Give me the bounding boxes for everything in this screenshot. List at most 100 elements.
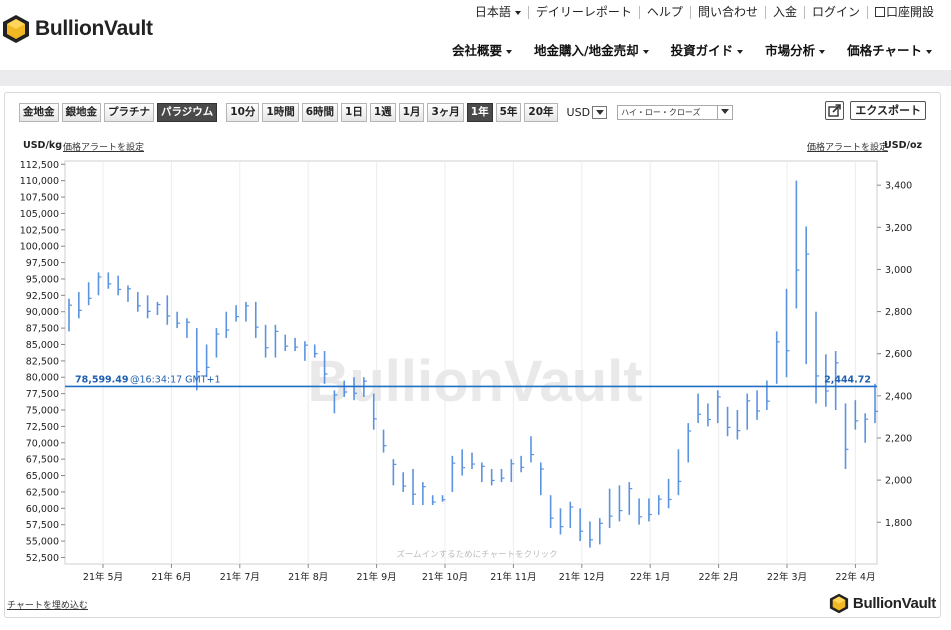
nav-about[interactable]: 会社概要 [441,34,523,73]
metal-palladium-button[interactable]: パラジウム [157,103,218,122]
y-left-tick-label: 107,500 [20,193,59,204]
export-button[interactable]: エクスポート [850,101,926,120]
deposit-link[interactable]: 入金 [764,6,804,19]
y-left-tick-label: 90,000 [26,307,59,318]
main-nav: 会社概要 地金購入/地金売却 投資ガイド 市場分析 価格チャート [441,34,943,73]
y-left-tick-label: 65,000 [26,471,59,482]
x-tick-label: 21年 6月 [151,571,191,583]
left-axis: 52,500 55,000 57,500 60,000 62,500 65,000 67,5… [20,160,65,564]
y-left-tick-label: 87,500 [26,324,59,335]
y-right-tick-label: 2,800 [885,307,912,318]
y-right-tick-label: 1,800 [885,518,912,529]
x-tick-label: 21年 11月 [490,571,536,583]
y-left-tick-label: 60,000 [26,504,59,515]
nav-analysis-label: 市場分析 [765,43,816,58]
current-price-oz: 2,444.72 [824,374,871,385]
language-label: 日本語 [474,5,511,19]
range-6hour-button[interactable]: 6時間 [301,103,339,122]
range-10min-button[interactable]: 10分 [226,103,260,122]
nav-buy-sell-label: 地金購入/地金売却 [534,43,639,58]
y-right-tick-label: 2,400 [885,391,912,402]
y-left-tick-label: 95,000 [26,274,59,285]
header-divider [0,70,951,86]
y-right-tick-label: 3,400 [885,181,912,192]
gold-bar-logo-icon [3,15,29,43]
y-left-tick-label: 77,500 [26,389,59,400]
y-right-tick-label: 2,200 [885,433,912,444]
y-left-tick-label: 55,000 [26,537,59,548]
chevron-down-icon [514,10,521,15]
y-left-tick-label: 70,000 [26,438,59,449]
y-right-tick-label: 2,000 [885,476,912,487]
y-right-tick-label: 3,200 [885,223,912,234]
y-left-tick-label: 62,500 [26,487,59,498]
y-right-tick-label: 3,000 [885,265,912,276]
range-5year-button[interactable]: 5年 [495,103,522,122]
chart-tools: エクスポート [825,101,926,120]
y-left-tick-label: 85,000 [26,340,59,351]
site-header: BullionVault 日本語 デイリーレポート ヘルプ 問い合わせ 入金 ロ… [0,0,951,73]
y-left-tick-label: 102,500 [20,225,59,236]
range-1week-button[interactable]: 1週 [369,103,396,122]
nav-price-chart[interactable]: 価格チャート [836,34,943,73]
language-selector[interactable]: 日本語 [468,6,528,19]
range-1year-button[interactable]: 1年 [466,103,493,122]
external-link-glyph [828,104,842,117]
price-chart[interactable]: BullionVault 52,500 55,000 57,500 60,000 62,… [5,153,940,583]
nav-analysis[interactable]: 市場分析 [754,34,836,73]
bullionvault-logo[interactable]: BullionVault [2,14,153,44]
range-1hour-button[interactable]: 1時間 [262,103,299,122]
range-3month-button[interactable]: 3ヶ月 [427,103,464,122]
y-right-tick-label: 2,600 [885,349,912,360]
gold-bar-logo-icon [829,593,849,614]
x-tick-label: 21年 9月 [357,571,397,583]
chevron-down-icon [592,106,608,119]
help-link[interactable]: ヘルプ [638,6,690,19]
y-left-tick-label: 67,500 [26,455,59,466]
checkbox-icon [874,7,885,17]
contact-link[interactable]: 問い合わせ [689,6,765,19]
x-axis: 21年 5月 21年 6月 21年 7月 21年 8月 21年 9月 21年 10月 21年… [83,564,875,583]
chevron-down-icon [737,49,744,54]
nav-guide-label: 投資ガイド [670,43,734,58]
x-tick-label: 22年 2月 [699,571,739,583]
y-left-tick-label: 57,500 [26,520,59,531]
y-left-tick-label: 97,500 [26,258,59,269]
y-left-tick-label: 80,000 [26,373,59,384]
currency-value: USD [566,106,591,119]
range-20year-button[interactable]: 20年 [524,103,558,122]
x-tick-label: 21年 8月 [288,571,328,583]
x-tick-label: 21年 5月 [83,571,123,583]
chart-toolbar: 金地金 銀地金 プラチナ パラジウム 10分 1時間 6時間 1日 1週 1月 … [19,103,734,122]
top-links: 日本語 デイリーレポート ヘルプ 問い合わせ 入金 ログイン 口座開設 [468,6,941,19]
range-1day-button[interactable]: 1日 [341,103,367,122]
nav-guide[interactable]: 投資ガイド [660,34,755,73]
open-account-link[interactable]: 口座開設 [866,6,941,19]
metal-gold-button[interactable]: 金地金 [19,103,59,122]
daily-report-link[interactable]: デイリーレポート [527,6,639,19]
x-tick-label: 22年 4月 [835,571,875,583]
y-left-tick-label: 110,000 [20,176,59,187]
y-left-tick-label: 92,500 [26,291,59,302]
y-left-tick-label: 82,500 [26,356,59,367]
chart-style-select[interactable]: ハイ・ロー・クローズ [617,105,734,120]
embed-chart-link[interactable]: チャートを埋め込む [7,598,88,611]
metal-silver-button[interactable]: 銀地金 [61,103,101,122]
currency-select[interactable]: USD [567,106,608,119]
y-left-tick-label: 75,000 [26,406,59,417]
chart-watermark: BullionVault [307,349,642,414]
chevron-down-icon [506,49,512,54]
x-tick-label: 21年 12月 [559,571,605,583]
range-1month-button[interactable]: 1月 [398,103,425,122]
y-left-tick-label: 72,500 [26,422,59,433]
login-link[interactable]: ログイン [803,6,867,19]
x-tick-label: 22年 3月 [767,571,807,583]
chart-style-value: ハイ・ロー・クローズ [621,108,701,117]
right-axis: 1,800 2,000 2,200 2,400 2,600 2,800 3,000 3,200… [877,181,912,529]
external-link-icon[interactable] [825,101,845,120]
metal-platinum-button[interactable]: プラチナ [104,103,154,122]
price-alert-link-right[interactable]: 価格アラートを設定 [807,140,888,153]
price-alert-link-left[interactable]: 価格アラートを設定 [63,140,144,153]
footer-logo: BullionVault [829,593,936,614]
nav-buy-sell[interactable]: 地金購入/地金売却 [523,34,660,73]
